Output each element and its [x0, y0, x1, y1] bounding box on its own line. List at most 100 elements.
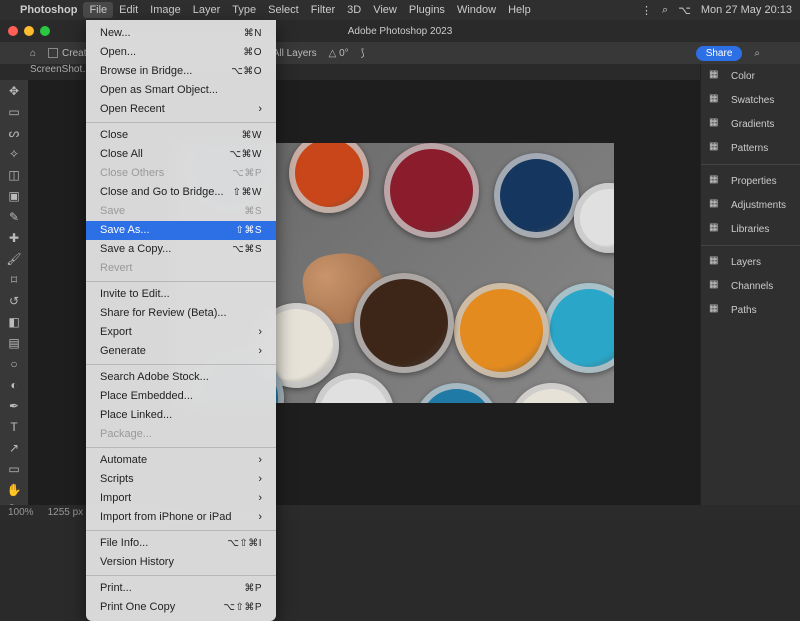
- app-name[interactable]: Photoshop: [20, 4, 77, 16]
- wifi-icon[interactable]: ⋮: [641, 4, 652, 17]
- menubar-item-file[interactable]: File: [83, 2, 113, 18]
- panel-label: Libraries: [731, 224, 769, 235]
- properties-icon: ▦: [709, 174, 723, 188]
- menubar-item-3d[interactable]: 3D: [347, 4, 361, 16]
- panel-channels[interactable]: ▦Channels: [701, 274, 800, 298]
- file-menu-place-embedded[interactable]: Place Embedded...: [86, 387, 276, 406]
- file-menu-save-a-copy[interactable]: Save a Copy...⌥⌘S: [86, 240, 276, 259]
- tool-crop[interactable]: ◫: [6, 168, 22, 182]
- patterns-icon: ▦: [709, 141, 723, 155]
- file-menu-import-from-iphone-or-ipad[interactable]: Import from iPhone or iPad: [86, 508, 276, 527]
- tool-stamp[interactable]: ⌑: [6, 273, 22, 287]
- paint-cup: [509, 383, 594, 403]
- file-menu-share-for-review-beta[interactable]: Share for Review (Beta)...: [86, 304, 276, 323]
- menubar-item-select[interactable]: Select: [268, 4, 299, 16]
- menu-item-label: Search Adobe Stock...: [100, 370, 209, 385]
- tool-pen[interactable]: ✒: [6, 399, 22, 413]
- menubar-item-plugins[interactable]: Plugins: [409, 4, 445, 16]
- file-menu-new[interactable]: New...⌘N: [86, 24, 276, 43]
- panel-swatches[interactable]: ▦Swatches: [701, 88, 800, 112]
- panel-properties[interactable]: ▦Properties: [701, 169, 800, 193]
- menu-item-label: Close All: [100, 147, 143, 162]
- panel-layers[interactable]: ▦Layers: [701, 250, 800, 274]
- control-center-icon[interactable]: ⌥: [678, 4, 691, 17]
- menubar-item-image[interactable]: Image: [150, 4, 181, 16]
- swatches-icon: ▦: [709, 93, 723, 107]
- file-menu-close-all[interactable]: Close All⌥⌘W: [86, 145, 276, 164]
- menu-item-label: Import: [100, 491, 131, 506]
- menu-item-label: Open as Smart Object...: [100, 83, 218, 98]
- file-menu-close[interactable]: Close⌘W: [86, 126, 276, 145]
- tool-lasso[interactable]: ᔕ: [6, 126, 22, 140]
- menubar-item-window[interactable]: Window: [457, 4, 496, 16]
- file-menu-save-as[interactable]: Save As...⇧⌘S: [86, 221, 276, 240]
- zoom-level[interactable]: 100%: [8, 507, 34, 518]
- panel-label: Gradients: [731, 119, 774, 130]
- spotlight-icon[interactable]: ⌕: [662, 4, 668, 17]
- panel-label: Channels: [731, 281, 773, 292]
- search-icon[interactable]: ⌕: [754, 48, 760, 59]
- paint-cup: [494, 153, 579, 238]
- tool-marquee[interactable]: ▭: [6, 105, 22, 119]
- file-menu-browse-in-bridge[interactable]: Browse in Bridge...⌥⌘O: [86, 62, 276, 81]
- file-menu-version-history[interactable]: Version History: [86, 553, 276, 572]
- file-menu-export[interactable]: Export: [86, 323, 276, 342]
- angle-field[interactable]: △ 0°: [329, 48, 349, 59]
- document-tab[interactable]: ScreenShot…: [30, 64, 92, 75]
- pressure-icon[interactable]: ⟆: [361, 48, 365, 59]
- menubar-item-view[interactable]: View: [373, 4, 397, 16]
- menu-item-label: Automate: [100, 453, 147, 468]
- tool-move[interactable]: ✥: [6, 84, 22, 98]
- home-icon[interactable]: ⌂: [30, 48, 36, 59]
- tool-path[interactable]: ↗: [6, 441, 22, 455]
- file-menu-open[interactable]: Open...⌘O: [86, 43, 276, 62]
- panel-patterns[interactable]: ▦Patterns: [701, 136, 800, 160]
- file-menu-print[interactable]: Print...⌘P: [86, 579, 276, 598]
- tool-hand[interactable]: ✋: [6, 483, 22, 497]
- panel-paths[interactable]: ▦Paths: [701, 298, 800, 322]
- file-menu-file-info[interactable]: File Info... ⌥⇧⌘I: [86, 534, 276, 553]
- file-menu-generate[interactable]: Generate: [86, 342, 276, 361]
- tool-frame[interactable]: ▣: [6, 189, 22, 203]
- file-menu-open-recent[interactable]: Open Recent: [86, 100, 276, 119]
- menubar-item-edit[interactable]: Edit: [119, 4, 138, 16]
- menu-item-label: File Info...: [100, 536, 148, 551]
- tool-brush[interactable]: 🖌: [6, 252, 22, 266]
- file-menu-search-adobe-stock[interactable]: Search Adobe Stock...: [86, 368, 276, 387]
- tool-blur[interactable]: ○: [6, 357, 22, 371]
- menubar-item-help[interactable]: Help: [508, 4, 531, 16]
- menu-shortcut: ⌥⌘S: [232, 242, 262, 257]
- layers-icon: ▦: [709, 255, 723, 269]
- paint-cup: [574, 183, 614, 253]
- panel-color[interactable]: ▦Color: [701, 64, 800, 88]
- tool-rect[interactable]: ▭: [6, 462, 22, 476]
- menubar-item-layer[interactable]: Layer: [193, 4, 221, 16]
- tool-history[interactable]: ↺: [6, 294, 22, 308]
- file-menu-place-linked[interactable]: Place Linked...: [86, 406, 276, 425]
- file-menu-close-and-go-to-bridge[interactable]: Close and Go to Bridge...⇧⌘W: [86, 183, 276, 202]
- menu-item-label: Open Recent: [100, 102, 165, 117]
- menubar-item-filter[interactable]: Filter: [311, 4, 335, 16]
- tool-eyedrop[interactable]: ✎: [6, 210, 22, 224]
- tool-eraser[interactable]: ◧: [6, 315, 22, 329]
- tool-dodge[interactable]: ◐: [6, 378, 22, 392]
- file-menu-invite-to-edit[interactable]: Invite to Edit...: [86, 285, 276, 304]
- menu-shortcut: ⌥⌘P: [232, 166, 262, 181]
- panel-gradients[interactable]: ▦Gradients: [701, 112, 800, 136]
- panel-libraries[interactable]: ▦Libraries: [701, 217, 800, 241]
- file-menu-print-one-copy[interactable]: Print One Copy⌥⇧⌘P: [86, 598, 276, 617]
- panel-adjustments[interactable]: ▦Adjustments: [701, 193, 800, 217]
- share-button[interactable]: Share: [696, 46, 743, 61]
- tool-heal[interactable]: ✚: [6, 231, 22, 245]
- tool-type[interactable]: T: [6, 420, 22, 434]
- file-menu-automate[interactable]: Automate: [86, 451, 276, 470]
- menu-item-label: Place Linked...: [100, 408, 172, 423]
- tool-wand[interactable]: ✧: [6, 147, 22, 161]
- file-menu-import[interactable]: Import: [86, 489, 276, 508]
- file-menu-scripts[interactable]: Scripts: [86, 470, 276, 489]
- menu-item-label: Close Others: [100, 166, 164, 181]
- menubar-item-type[interactable]: Type: [232, 4, 256, 16]
- menu-shortcut: ⌥⇧⌘I: [227, 536, 262, 551]
- tool-gradient[interactable]: ▤: [6, 336, 22, 350]
- file-menu-open-as-smart-object[interactable]: Open as Smart Object...: [86, 81, 276, 100]
